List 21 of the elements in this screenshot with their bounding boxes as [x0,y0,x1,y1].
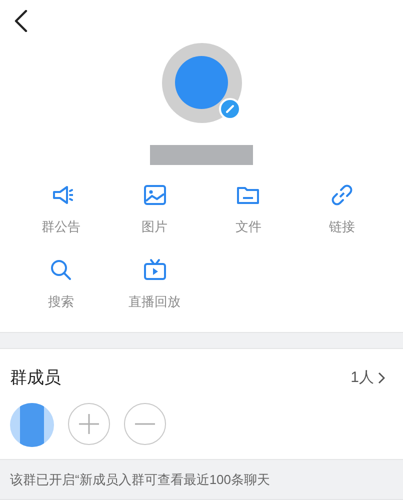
link-icon [330,182,354,207]
action-button[interactable]: 文件 [202,182,296,236]
back-icon[interactable] [14,10,28,32]
action-button[interactable]: 搜索 [14,258,108,312]
add-member-button[interactable] [68,402,110,444]
action-button[interactable]: 图片 [108,182,202,236]
minus-icon [135,422,155,424]
action-button[interactable]: 链接 [295,182,389,236]
action-button[interactable]: 直播回放 [108,258,202,312]
tv-icon [142,258,167,282]
search-icon [48,258,73,282]
member-avatar[interactable] [10,402,54,446]
remove-member-button[interactable] [124,402,166,444]
section-title: 群成员 [10,367,61,389]
action-button[interactable]: 群公告 [14,182,108,236]
member-count-link[interactable]: 1人 [350,366,393,389]
edit-icon[interactable] [218,98,240,120]
image-icon [142,182,167,207]
plus-icon [79,414,99,434]
chevron-icon [378,372,385,384]
notice-text: 该群已开启“新成员入群可查看最近100条聊天 [10,470,272,488]
